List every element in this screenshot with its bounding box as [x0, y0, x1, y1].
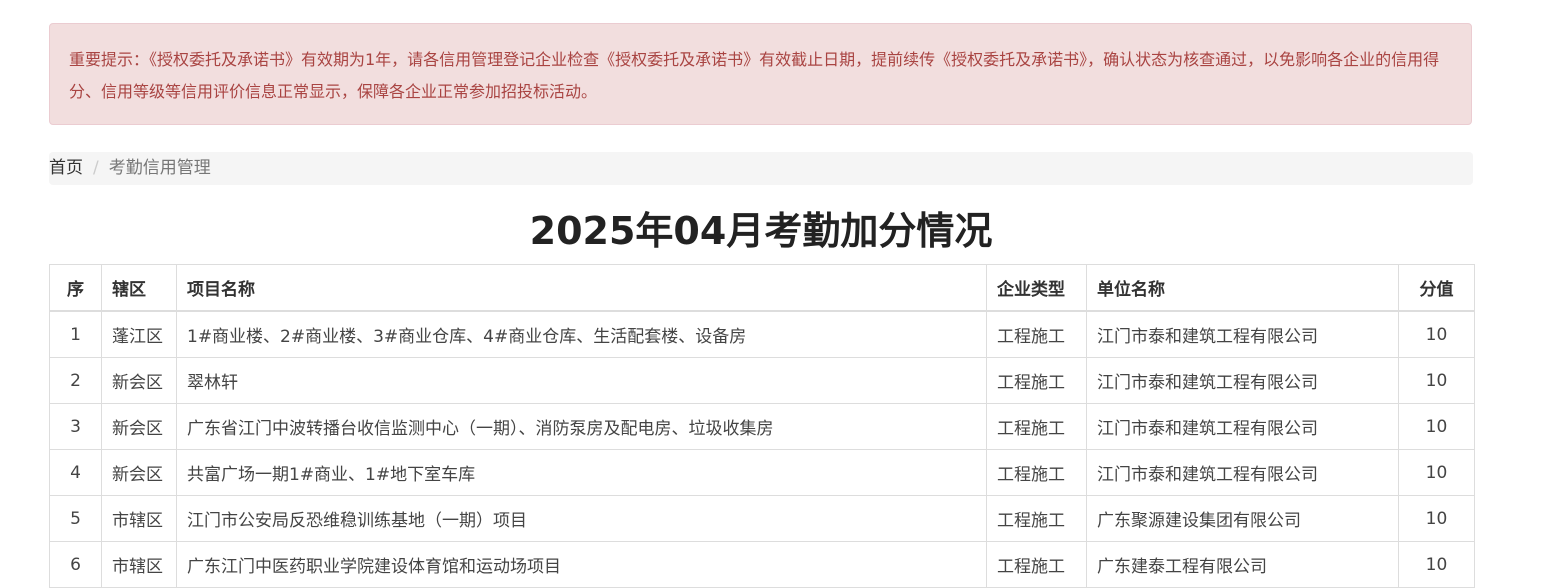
header-company: 单位名称 — [1086, 264, 1399, 312]
cell-type: 工程施工 — [986, 357, 1087, 404]
cell-company: 广东建泰工程有限公司 — [1086, 541, 1399, 588]
cell-score: 10 — [1398, 357, 1475, 404]
cell-project: 1#商业楼、2#商业楼、3#商业仓库、4#商业仓库、生活配套楼、设备房 — [176, 310, 987, 358]
cell-district: 新会区 — [101, 357, 177, 404]
cell-score: 10 — [1398, 310, 1475, 358]
cell-type: 工程施工 — [986, 310, 1087, 358]
header-project: 项目名称 — [176, 264, 987, 312]
cell-district: 市辖区 — [101, 541, 177, 588]
attendance-score-table: 序 辖区 项目名称 企业类型 单位名称 分值 1 蓬江区 1#商业楼、2#商业楼… — [49, 264, 1475, 588]
table-row: 1 蓬江区 1#商业楼、2#商业楼、3#商业仓库、4#商业仓库、生活配套楼、设备… — [49, 310, 1475, 358]
cell-index: 4 — [49, 449, 102, 496]
notice-text: 重要提示：《授权委托及承诺书》有效期为1年，请各信用管理登记企业检查《授权委托及… — [69, 50, 1440, 101]
cell-district: 新会区 — [101, 403, 177, 450]
table-row: 3 新会区 广东省江门中波转播台收信监测中心（一期）、消防泵房及配电房、垃圾收集… — [49, 403, 1475, 450]
cell-company: 江门市泰和建筑工程有限公司 — [1086, 403, 1399, 450]
cell-company: 广东聚源建设集团有限公司 — [1086, 495, 1399, 542]
breadcrumb-home-link[interactable]: 首页 — [49, 158, 83, 178]
cell-project: 江门市公安局反恐维稳训练基地（一期）项目 — [176, 495, 987, 542]
cell-score: 10 — [1398, 403, 1475, 450]
table-row: 4 新会区 共富广场一期1#商业、1#地下室车库 工程施工 江门市泰和建筑工程有… — [49, 449, 1475, 496]
cell-type: 工程施工 — [986, 495, 1087, 542]
cell-index: 3 — [49, 403, 102, 450]
cell-type: 工程施工 — [986, 449, 1087, 496]
header-index: 序 — [49, 264, 102, 312]
cell-project: 共富广场一期1#商业、1#地下室车库 — [176, 449, 987, 496]
cell-district: 市辖区 — [101, 495, 177, 542]
cell-index: 5 — [49, 495, 102, 542]
table-row: 2 新会区 翠林轩 工程施工 江门市泰和建筑工程有限公司 10 — [49, 357, 1475, 404]
cell-company: 江门市泰和建筑工程有限公司 — [1086, 310, 1399, 358]
table-row: 6 市辖区 广东江门中医药职业学院建设体育馆和运动场项目 工程施工 广东建泰工程… — [49, 541, 1475, 588]
cell-company: 江门市泰和建筑工程有限公司 — [1086, 357, 1399, 404]
cell-project: 广东省江门中波转播台收信监测中心（一期）、消防泵房及配电房、垃圾收集房 — [176, 403, 987, 450]
table-header-row: 序 辖区 项目名称 企业类型 单位名称 分值 — [49, 264, 1475, 312]
page-title: 2025年04月考勤加分情况 — [529, 209, 993, 253]
cell-score: 10 — [1398, 495, 1475, 542]
cell-score: 10 — [1398, 541, 1475, 588]
cell-index: 1 — [49, 310, 102, 358]
cell-district: 蓬江区 — [101, 310, 177, 358]
cell-district: 新会区 — [101, 449, 177, 496]
breadcrumb: 首页 / 考勤信用管理 — [49, 152, 1473, 185]
cell-project: 广东江门中医药职业学院建设体育馆和运动场项目 — [176, 541, 987, 588]
cell-project: 翠林轩 — [176, 357, 987, 404]
breadcrumb-separator: / — [93, 158, 99, 178]
cell-index: 2 — [49, 357, 102, 404]
cell-score: 10 — [1398, 449, 1475, 496]
breadcrumb-current: 考勤信用管理 — [108, 158, 211, 178]
header-district: 辖区 — [101, 264, 177, 312]
cell-type: 工程施工 — [986, 541, 1087, 588]
cell-company: 江门市泰和建筑工程有限公司 — [1086, 449, 1399, 496]
header-score: 分值 — [1398, 264, 1475, 312]
header-type: 企业类型 — [986, 264, 1087, 312]
table-row: 5 市辖区 江门市公安局反恐维稳训练基地（一期）项目 工程施工 广东聚源建设集团… — [49, 495, 1475, 542]
notice-alert: 重要提示：《授权委托及承诺书》有效期为1年，请各信用管理登记企业检查《授权委托及… — [49, 23, 1472, 125]
cell-index: 6 — [49, 541, 102, 588]
cell-type: 工程施工 — [986, 403, 1087, 450]
attendance-score-table-container: 序 辖区 项目名称 企业类型 单位名称 分值 1 蓬江区 1#商业楼、2#商业楼… — [49, 264, 1475, 588]
